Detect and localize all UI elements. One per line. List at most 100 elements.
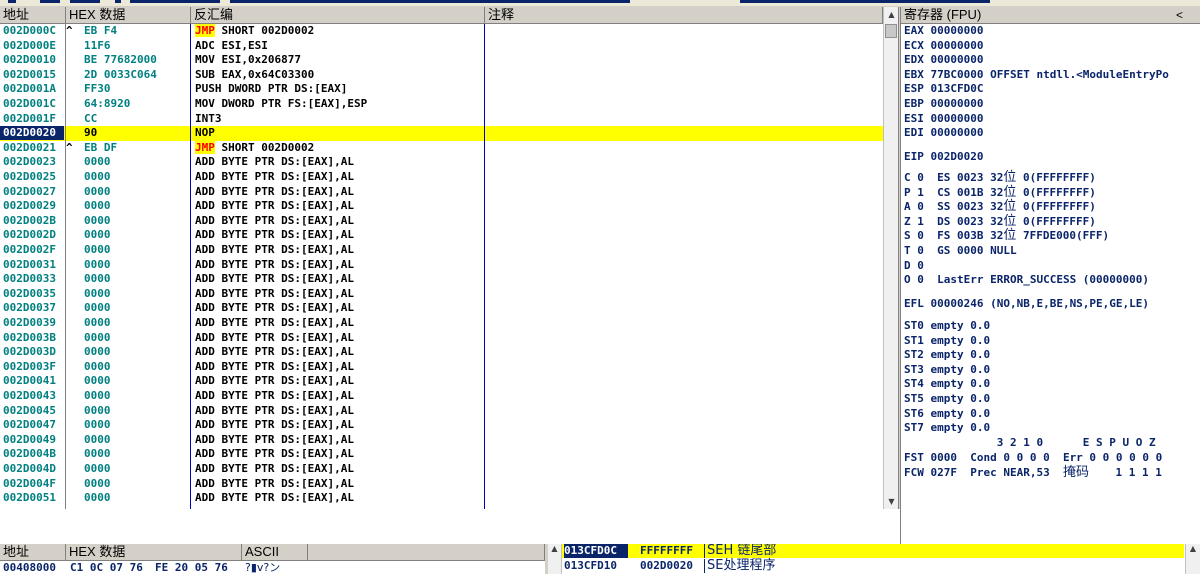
row-disassembly: MOV DWORD PTR FS:[EAX],ESP bbox=[195, 97, 368, 110]
column-header-hex[interactable]: HEX 数据 bbox=[66, 7, 191, 24]
fpu-register[interactable]: ST5 empty 0.0 bbox=[904, 392, 990, 406]
disassembly-row[interactable]: 002D0045 0000 ADD BYTE PTR DS:[EAX],AL bbox=[0, 404, 883, 419]
stack-pane[interactable]: ▲ 013CFD0C FFFFFFFF SEH 链尾部 013CFD10 002D002… bbox=[548, 544, 1200, 574]
stack-scrollbar-right[interactable]: ▲ bbox=[1185, 544, 1200, 574]
disassembly-row[interactable]: 002D003B 0000 ADD BYTE PTR DS:[EAX],AL bbox=[0, 331, 883, 346]
disassembly-row[interactable]: 002D0033 0000 ADD BYTE PTR DS:[EAX],AL bbox=[0, 272, 883, 287]
scroll-down-arrow-icon[interactable]: ▼ bbox=[884, 494, 898, 509]
disassembly-row[interactable]: 002D003D 0000 ADD BYTE PTR DS:[EAX],AL bbox=[0, 345, 883, 360]
disassembly-row[interactable]: 002D0035 0000 ADD BYTE PTR DS:[EAX],AL bbox=[0, 287, 883, 302]
register-row[interactable]: ESP 013CFD0C bbox=[904, 82, 983, 96]
toolbar-segment bbox=[740, 0, 990, 3]
disassembly-row[interactable]: 002D0010 BE 77682000 MOV ESI,0x206877 bbox=[0, 53, 883, 68]
fpu-register[interactable]: ST2 empty 0.0 bbox=[904, 348, 990, 362]
memory-dump-pane[interactable]: 地址 HEX 数据 ASCII 00408000 C1 0C 07 76 FE … bbox=[0, 544, 545, 574]
flag-row[interactable]: Z 1 DS 0023 32位 0(FFFFFFFF) bbox=[904, 214, 1096, 229]
scroll-up-arrow-icon[interactable]: ▲ bbox=[884, 7, 898, 22]
dump-header-hex[interactable]: HEX 数据 bbox=[66, 544, 242, 561]
register-row[interactable]: EDX 00000000 bbox=[904, 53, 983, 67]
disassembly-row[interactable]: 002D004F 0000 ADD BYTE PTR DS:[EAX],AL bbox=[0, 477, 883, 492]
row-hex: CC bbox=[84, 111, 98, 125]
disassembly-row[interactable]: 002D001C 64:8920 MOV DWORD PTR FS:[EAX],ES… bbox=[0, 97, 883, 112]
row-hex: 0000 bbox=[84, 199, 111, 213]
disassembly-row[interactable]: 002D0039 0000 ADD BYTE PTR DS:[EAX],AL bbox=[0, 316, 883, 331]
row-disassembly: ADD BYTE PTR DS:[EAX],AL bbox=[195, 330, 354, 344]
flag-row[interactable]: P 1 CS 001B 32位 0(FFFFFFFF) bbox=[904, 185, 1096, 200]
register-fcw-mask: 1 1 1 1 bbox=[1088, 466, 1162, 479]
register-row[interactable]: ESI 00000000 bbox=[904, 112, 983, 126]
scroll-thumb[interactable] bbox=[885, 24, 897, 38]
disassembly-row[interactable]: 002D004B 0000 ADD BYTE PTR DS:[EAX],AL bbox=[0, 447, 883, 462]
fpu-register[interactable]: ST0 empty 0.0 bbox=[904, 319, 990, 333]
row-address: 002D002B bbox=[3, 213, 56, 227]
register-row[interactable]: EBX 77BC0000 OFFSET ntdll.<ModuleEntryPo bbox=[904, 68, 1169, 82]
jump-operands: SHORT 002D0002 bbox=[214, 140, 315, 154]
dump-header-ascii[interactable]: ASCII bbox=[242, 544, 308, 561]
row-disassembly: ADD BYTE PTR DS:[EAX],AL bbox=[195, 462, 354, 475]
column-header-disassembly[interactable]: 反汇编 bbox=[191, 7, 485, 24]
disassembly-row[interactable]: 002D0023 0000 ADD BYTE PTR DS:[EAX],AL bbox=[0, 155, 883, 170]
flag-row[interactable]: D 0 bbox=[904, 259, 924, 273]
disassembly-row[interactable]: 002D003F 0000 ADD BYTE PTR DS:[EAX],AL bbox=[0, 360, 883, 375]
flag-row[interactable]: A 0 SS 0023 32位 0(FFFFFFFF) bbox=[904, 200, 1096, 214]
disassembly-row[interactable]: 002D002D 0000 ADD BYTE PTR DS:[EAX],AL bbox=[0, 228, 883, 243]
disassembly-row[interactable]: 002D002B 0000 ADD BYTE PTR DS:[EAX],AL bbox=[0, 214, 883, 229]
scroll-up-arrow-icon[interactable]: ▲ bbox=[1190, 544, 1196, 553]
disassembly-row[interactable]: 002D0020 90 NOP bbox=[0, 126, 883, 141]
fpu-register[interactable]: ST7 empty 0.0 bbox=[904, 421, 990, 435]
dump-header-address[interactable]: 地址 bbox=[0, 544, 66, 561]
register-fcw[interactable]: FCW 027F Prec NEAR,53 掩码 1 1 1 1 bbox=[904, 466, 1162, 480]
register-efl[interactable]: EFL 00000246 (NO,NB,E,BE,NS,PE,GE,LE) bbox=[904, 297, 1149, 311]
disassembly-row[interactable]: 002D0021 ^ EB DF JMP SHORT 002D0002 bbox=[0, 140, 883, 156]
row-disassembly: ADD BYTE PTR DS:[EAX],AL bbox=[195, 199, 354, 213]
disassembly-row[interactable]: 002D0015 2D 0033C064 SUB EAX,0x64C03300 bbox=[0, 68, 883, 83]
fpu-register[interactable]: ST6 empty 0.0 bbox=[904, 407, 990, 421]
collapse-arrow-icon[interactable]: < bbox=[1176, 7, 1183, 23]
disassembly-row[interactable]: 002D0031 0000 ADD BYTE PTR DS:[EAX],AL bbox=[0, 258, 883, 273]
stack-scrollbar-left[interactable]: ▲ bbox=[548, 544, 562, 574]
column-header-address[interactable]: 地址 bbox=[0, 7, 66, 24]
disassembly-row[interactable]: 002D0041 0000 ADD BYTE PTR DS:[EAX],AL bbox=[0, 374, 883, 389]
fpu-register[interactable]: ST3 empty 0.0 bbox=[904, 363, 990, 377]
disassembly-row[interactable]: 002D0049 0000 ADD BYTE PTR DS:[EAX],AL bbox=[0, 433, 883, 448]
disassembly-row[interactable]: 002D0029 0000 ADD BYTE PTR DS:[EAX],AL bbox=[0, 199, 883, 214]
disassembly-row[interactable]: 002D0037 0000 ADD BYTE PTR DS:[EAX],AL bbox=[0, 301, 883, 316]
disassembly-scrollbar[interactable]: ▲ ▼ bbox=[883, 7, 898, 509]
column-header-comment[interactable]: 注释 bbox=[485, 7, 883, 24]
register-eip[interactable]: EIP 002D0020 bbox=[904, 150, 983, 164]
disassembly-row[interactable]: 002D0027 0000 ADD BYTE PTR DS:[EAX],AL bbox=[0, 185, 883, 200]
fpu-register[interactable]: ST1 empty 0.0 bbox=[904, 334, 990, 348]
disassembly-row[interactable]: 002D000C ^ EB F4 JMP SHORT 002D0002 bbox=[0, 24, 883, 39]
flag-row-base: 7FFDE000(FFF) bbox=[1016, 229, 1110, 243]
stack-row[interactable]: 013CFD10 002D0020 SE处理程序 bbox=[562, 559, 1184, 573]
disassembly-row[interactable]: 002D002F 0000 ADD BYTE PTR DS:[EAX],AL bbox=[0, 243, 883, 258]
fpu-register[interactable]: ST4 empty 0.0 bbox=[904, 377, 990, 391]
register-fst-text: FST 0000 Cond 0 0 0 0 Err 0 0 0 0 0 0 bbox=[904, 451, 1163, 464]
register-row[interactable]: ECX 00000000 bbox=[904, 39, 983, 53]
flag-row[interactable]: O 0 LastErr ERROR_SUCCESS (00000000) bbox=[904, 273, 1149, 287]
disassembly-row[interactable]: 002D0043 0000 ADD BYTE PTR DS:[EAX],AL bbox=[0, 389, 883, 404]
toolbar-segment bbox=[230, 0, 630, 3]
flag-row[interactable]: T 0 GS 0000 NULL bbox=[904, 244, 1017, 258]
flag-row[interactable]: C 0 ES 0023 32位 0(FFFFFFFF) bbox=[904, 171, 1096, 185]
empty-area bbox=[0, 509, 900, 546]
disassembly-row[interactable]: 002D001A FF30 PUSH DWORD PTR DS:[EAX] bbox=[0, 82, 883, 97]
disassembly-row[interactable]: 002D0051 0000 ADD BYTE PTR DS:[EAX],AL bbox=[0, 491, 883, 506]
disassembly-pane[interactable]: 地址 HEX 数据 反汇编 注释 002D000C ^ EB F4 JMP SHORT… bbox=[0, 7, 899, 510]
registers-pane[interactable]: 寄存器 (FPU) < EAX 00000000 ECX 00000000 EDX … bbox=[900, 7, 1200, 544]
disassembly-row[interactable]: 002D000E 11F6 ADC ESI,ESI bbox=[0, 39, 883, 54]
row-disassembly: ADD BYTE PTR DS:[EAX],AL bbox=[195, 228, 354, 242]
register-fst[interactable]: FST 0000 Cond 0 0 0 0 Err 0 0 0 0 0 0 bbox=[904, 451, 1162, 465]
registers-header[interactable]: 寄存器 (FPU) < bbox=[901, 7, 1200, 24]
flag-row[interactable]: S 0 FS 003B 32位 7FFDE000(FFF) bbox=[904, 229, 1109, 243]
disassembly-row[interactable]: 002D001F CC INT3 bbox=[0, 112, 883, 127]
disassembly-row[interactable]: 002D0047 0000 ADD BYTE PTR DS:[EAX],AL bbox=[0, 418, 883, 433]
scroll-up-arrow-icon[interactable]: ▲ bbox=[551, 544, 557, 553]
register-row[interactable]: EAX 00000000 bbox=[904, 24, 983, 38]
register-row[interactable]: EDI 00000000 bbox=[904, 126, 983, 140]
disassembly-row[interactable]: 002D004D 0000 ADD BYTE PTR DS:[EAX],AL bbox=[0, 462, 883, 477]
stack-row[interactable]: 013CFD0C FFFFFFFF SEH 链尾部 bbox=[562, 544, 1184, 558]
register-row[interactable]: EBP 00000000 bbox=[904, 97, 983, 111]
jump-operands: SHORT 002D0002 bbox=[214, 24, 315, 37]
disassembly-row[interactable]: 002D0025 0000 ADD BYTE PTR DS:[EAX],AL bbox=[0, 170, 883, 185]
